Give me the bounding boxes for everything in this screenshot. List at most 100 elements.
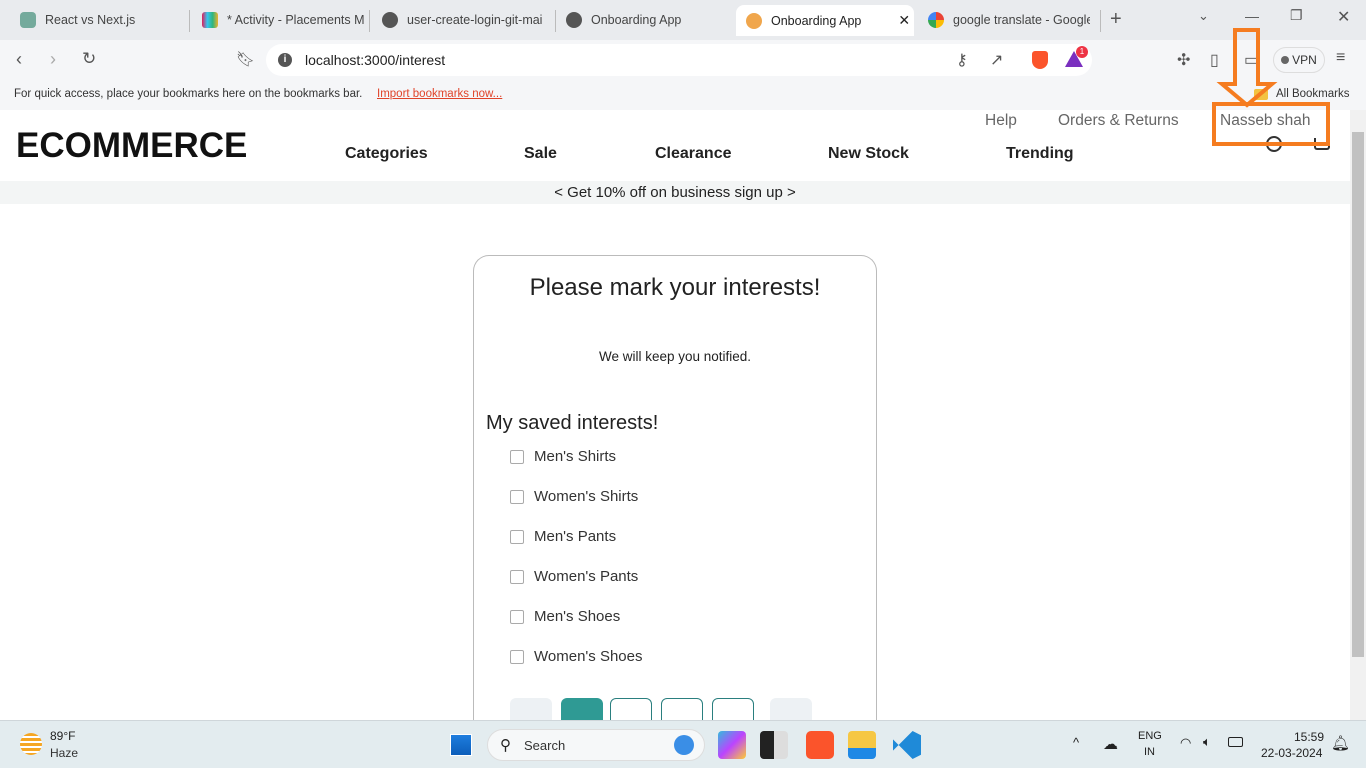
extensions-icon[interactable]: ✣ — [1177, 50, 1190, 70]
checkbox[interactable] — [510, 609, 524, 624]
interest-item[interactable]: Women's Pants — [510, 568, 638, 585]
nav-trending[interactable]: Trending — [1006, 145, 1074, 163]
tab-google-translate[interactable]: google translate - Google — [918, 6, 1090, 34]
page-1-button[interactable]: 1 — [561, 698, 603, 720]
reload-icon[interactable]: ↻ — [82, 49, 96, 69]
weather-icon[interactable] — [20, 733, 42, 755]
web-page: ECOMMERCE Help Orders & Returns Nasseb s… — [0, 110, 1350, 720]
interest-label: Women's Shoes — [534, 648, 643, 665]
sync-icon[interactable]: ☁ — [1103, 735, 1118, 753]
bookmarks-hint: For quick access, place your bookmarks h… — [14, 88, 363, 100]
close-tab-icon[interactable]: ✕ — [898, 12, 910, 29]
close-window-icon[interactable]: ✕ — [1337, 7, 1350, 27]
language-primary[interactable]: ENG — [1138, 730, 1162, 742]
interest-item[interactable]: Men's Pants — [510, 528, 616, 545]
address-bar[interactable]: i localhost:3000/interest ⚷ ↗ 1 — [266, 44, 1092, 76]
globe-icon — [674, 735, 694, 755]
site-logo[interactable]: ECOMMERCE — [16, 126, 247, 166]
show-hidden-icons[interactable]: ^ — [1073, 735, 1079, 750]
nav-clearance[interactable]: Clearance — [655, 145, 732, 163]
interest-item[interactable]: Men's Shoes — [510, 608, 620, 625]
app-icon — [746, 12, 762, 29]
tab-title: Onboarding App — [771, 13, 862, 28]
windows-start-icon[interactable] — [450, 734, 472, 756]
minimize-icon[interactable]: — — [1245, 8, 1259, 24]
card-subtitle: We will keep you notified. — [598, 349, 752, 364]
checkbox[interactable] — [510, 649, 524, 664]
info-icon[interactable]: i — [278, 53, 292, 67]
file-explorer-icon[interactable] — [848, 731, 876, 759]
app-icon[interactable] — [760, 731, 788, 759]
interest-item[interactable]: Women's Shirts — [510, 488, 638, 505]
interests-card: Please mark your interests! We will keep… — [473, 255, 877, 720]
interest-item[interactable]: Men's Shirts — [510, 448, 616, 465]
taskbar-search[interactable]: ⚲ Search — [487, 729, 705, 761]
url-text[interactable]: localhost:3000/interest — [305, 52, 445, 68]
brave-icon[interactable] — [806, 731, 834, 759]
share-icon[interactable]: ↗ — [990, 50, 1003, 70]
tab-react-vs-next[interactable]: React vs Next.js — [10, 6, 185, 34]
restore-icon[interactable]: ❐ — [1290, 7, 1303, 24]
bookmark-icon[interactable]: 🔖︎ — [236, 50, 255, 68]
tab-title: * Activity - Placements Ma — [227, 13, 364, 27]
search-icon: ⚲ — [500, 737, 511, 754]
bookmarks-bar: For quick access, place your bookmarks h… — [0, 80, 1366, 110]
checkbox[interactable] — [510, 489, 524, 504]
taskbar: 89°F Haze ⚲ Search ^ ☁ ENG IN ◠ 🔈︎ 15:59… — [0, 720, 1366, 768]
clock-date[interactable]: 22-03-2024 — [1261, 746, 1322, 760]
language-secondary[interactable]: IN — [1144, 746, 1155, 758]
tab-onboarding-active[interactable]: Onboarding App ✕ — [736, 5, 914, 36]
tab-user-create[interactable]: user-create-login-git-mai — [372, 6, 544, 34]
tab-title: Onboarding App — [591, 13, 682, 27]
help-link[interactable]: Help — [985, 112, 1017, 130]
nav-sale[interactable]: Sale — [524, 145, 557, 163]
checkbox[interactable] — [510, 569, 524, 584]
tab-bar: React vs Next.js * Activity - Placements… — [0, 0, 1366, 40]
rewards-badge: 1 — [1076, 46, 1088, 58]
next-page-button[interactable]: > — [770, 698, 812, 720]
checkbox[interactable] — [510, 529, 524, 544]
wifi-icon[interactable]: ◠ — [1180, 735, 1191, 751]
notification-bell-icon[interactable]: 🔔︎ — [1331, 734, 1350, 752]
nav-categories[interactable]: Categories — [345, 145, 428, 163]
key-icon[interactable]: ⚷ — [956, 50, 968, 70]
battery-icon[interactable] — [1228, 737, 1243, 747]
search-label: Search — [524, 738, 566, 753]
page-4-button[interactable]: 4 — [712, 698, 754, 720]
vscode-icon[interactable] — [893, 731, 921, 759]
interest-label: Men's Shirts — [534, 448, 617, 465]
new-tab-icon[interactable]: + — [1110, 8, 1122, 31]
copilot-icon[interactable] — [718, 731, 746, 759]
globe-icon — [382, 12, 398, 28]
prev-page-button[interactable]: < — [510, 698, 552, 720]
tab-search-chevron-icon[interactable]: ⌄ — [1198, 8, 1209, 24]
interest-item[interactable]: Women's Shoes — [510, 648, 642, 665]
interest-label: Women's Shirts — [534, 488, 639, 505]
brave-shields-icon[interactable] — [1032, 51, 1048, 69]
tab-title: React vs Next.js — [45, 13, 136, 27]
nav-new-stock[interactable]: New Stock — [828, 145, 909, 163]
annotation-arrow-icon — [1212, 28, 1330, 146]
page-3-button[interactable]: 3 — [661, 698, 703, 720]
interest-label: Men's Shoes — [534, 608, 621, 625]
weather-desc: Haze — [50, 746, 79, 760]
card-title: Please mark your interests! — [529, 274, 821, 301]
section-heading: My saved interests! — [486, 412, 659, 434]
chatgpt-icon — [20, 12, 36, 28]
forward-icon[interactable]: › — [50, 49, 56, 70]
import-bookmarks-link[interactable]: Import bookmarks now... — [377, 88, 502, 100]
clock-time[interactable]: 15:59 — [1294, 730, 1324, 744]
globe-icon — [566, 12, 582, 28]
checkbox[interactable] — [510, 449, 524, 464]
back-icon[interactable]: ‹ — [16, 49, 22, 70]
scrollbar-thumb[interactable] — [1352, 132, 1364, 657]
tab-title: google translate - Google — [953, 13, 1090, 27]
interest-label: Men's Pants — [534, 528, 617, 545]
tab-onboarding-1[interactable]: Onboarding App — [556, 6, 728, 34]
interest-label: Women's Pants — [534, 568, 639, 585]
volume-icon[interactable]: 🔈︎ — [1203, 734, 1211, 750]
tab-activity[interactable]: * Activity - Placements Ma — [192, 6, 364, 34]
promo-banner[interactable]: < Get 10% off on business sign up > — [0, 181, 1350, 204]
page-2-button[interactable]: 2 — [610, 698, 652, 720]
orders-returns-link[interactable]: Orders & Returns — [1058, 112, 1179, 130]
